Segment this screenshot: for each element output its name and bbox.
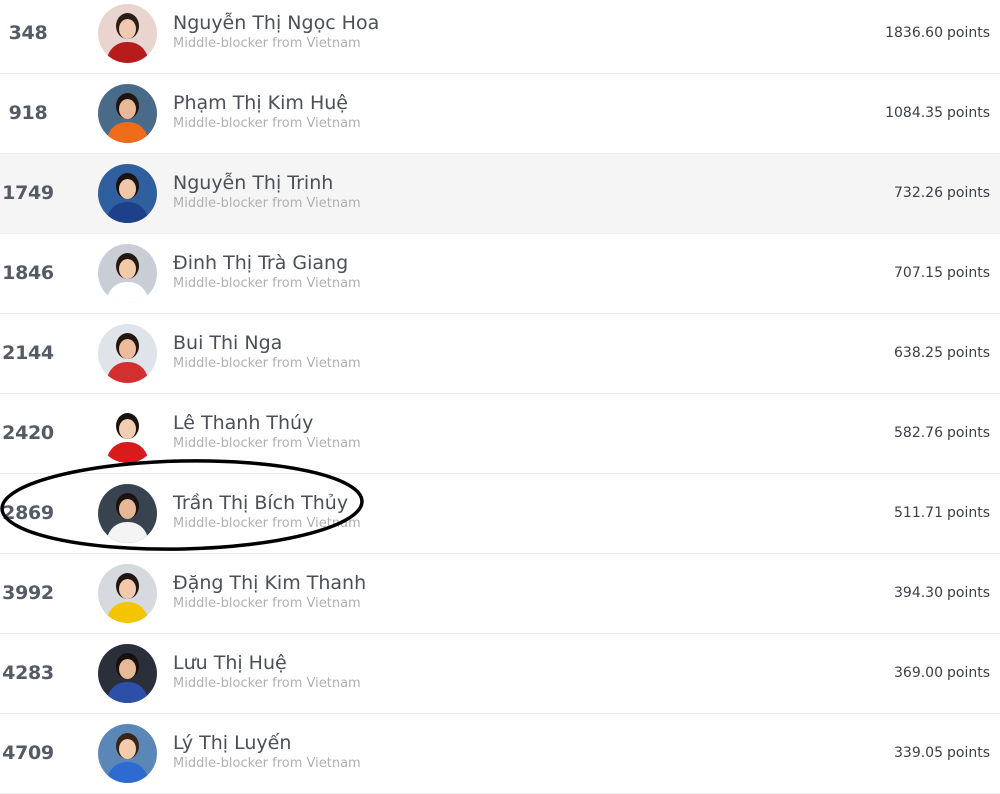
points-value: 732.26 [894,185,943,201]
player-avatar[interactable] [98,164,157,223]
player-points: 394.30 points [894,554,990,633]
points-unit: points [947,425,990,441]
points-value: 339.05 [894,745,943,761]
player-row[interactable]: 1846 Đinh Thị Trà Giang Middle-blocker fro… [0,234,1000,314]
points-value: 707.15 [894,265,943,281]
points-unit: points [947,105,990,121]
player-avatar[interactable] [98,484,157,543]
player-name[interactable]: Trần Thị Bích Thủy [173,492,348,514]
points-value: 638.25 [894,345,943,361]
player-rank: 4283 [2,662,54,684]
player-position-country: Middle-blocker from Vietnam [173,36,361,51]
player-points: 339.05 points [894,714,990,793]
player-name[interactable]: Nguyễn Thị Ngọc Hoa [173,12,379,34]
player-name[interactable]: Lê Thanh Thúy [173,412,313,434]
player-rank: 1749 [2,182,54,204]
player-row[interactable]: 2869 Trần Thị Bích Thủy Middle-blocker fro… [0,474,1000,554]
player-name[interactable]: Lưu Thị Huệ [173,652,287,674]
player-position-country: Middle-blocker from Vietnam [173,756,361,771]
points-unit: points [947,665,990,681]
player-position-country: Middle-blocker from Vietnam [173,676,361,691]
player-row[interactable]: 1749 Nguyễn Thị Trinh Middle-blocker from … [0,154,1000,234]
points-unit: points [947,345,990,361]
player-row[interactable]: 918 Phạm Thị Kim Huệ Middle-blocker from V… [0,74,1000,154]
player-points: 1084.35 points [885,74,990,153]
points-value: 369.00 [894,665,943,681]
player-rank: 1846 [2,262,54,284]
player-rank: 4709 [2,742,54,764]
player-rank: 2144 [2,342,54,364]
player-avatar[interactable] [98,724,157,783]
player-name[interactable]: Phạm Thị Kim Huệ [173,92,348,114]
points-unit: points [947,265,990,281]
player-avatar[interactable] [98,4,157,63]
player-points: 582.76 points [894,394,990,473]
player-points: 369.00 points [894,634,990,713]
player-points: 638.25 points [894,314,990,393]
ranking-list: 348 Nguyễn Thị Ngọc Hoa Middle-blocker fro… [0,0,1000,794]
points-value: 394.30 [894,585,943,601]
player-row[interactable]: 2144 Bui Thi Nga Middle-blocker from Vietn… [0,314,1000,394]
player-avatar[interactable] [98,244,157,303]
player-points: 732.26 points [894,154,990,233]
player-position-country: Middle-blocker from Vietnam [173,196,361,211]
player-row[interactable]: 348 Nguyễn Thị Ngọc Hoa Middle-blocker fro… [0,0,1000,74]
player-avatar[interactable] [98,644,157,703]
points-value: 1084.35 [885,105,943,121]
player-points: 1836.60 points [885,0,990,73]
points-unit: points [947,25,990,41]
player-rank: 2420 [2,422,54,444]
points-value: 1836.60 [885,25,943,41]
player-rank: 2869 [2,502,54,524]
player-row[interactable]: 4283 Lưu Thị Huệ Middle-blocker from Vietn… [0,634,1000,714]
points-unit: points [947,585,990,601]
points-value: 582.76 [894,425,943,441]
player-avatar[interactable] [98,84,157,143]
player-position-country: Middle-blocker from Vietnam [173,116,361,131]
player-points: 511.71 points [894,474,990,553]
player-name[interactable]: Nguyễn Thị Trinh [173,172,333,194]
player-avatar[interactable] [98,404,157,463]
player-name[interactable]: Đặng Thị Kim Thanh [173,572,366,594]
player-name[interactable]: Bui Thi Nga [173,332,282,354]
player-row[interactable]: 2420 Lê Thanh Thúy Middle-blocker from Vie… [0,394,1000,474]
player-position-country: Middle-blocker from Vietnam [173,276,361,291]
player-avatar[interactable] [98,564,157,623]
player-rank: 918 [8,102,48,124]
player-rank: 3992 [2,582,54,604]
points-unit: points [947,745,990,761]
points-unit: points [947,185,990,201]
player-name[interactable]: Đinh Thị Trà Giang [173,252,348,274]
points-value: 511.71 [894,505,943,521]
player-position-country: Middle-blocker from Vietnam [173,596,361,611]
points-unit: points [947,505,990,521]
player-position-country: Middle-blocker from Vietnam [173,356,361,371]
player-row[interactable]: 4709 Lý Thị Luyến Middle-blocker from Viet… [0,714,1000,794]
player-rank: 348 [8,22,48,44]
player-points: 707.15 points [894,234,990,313]
player-name[interactable]: Lý Thị Luyến [173,732,291,754]
player-position-country: Middle-blocker from Vietnam [173,436,361,451]
player-position-country: Middle-blocker from Vietnam [173,516,361,531]
player-avatar[interactable] [98,324,157,383]
player-row[interactable]: 3992 Đặng Thị Kim Thanh Middle-blocker fro… [0,554,1000,634]
